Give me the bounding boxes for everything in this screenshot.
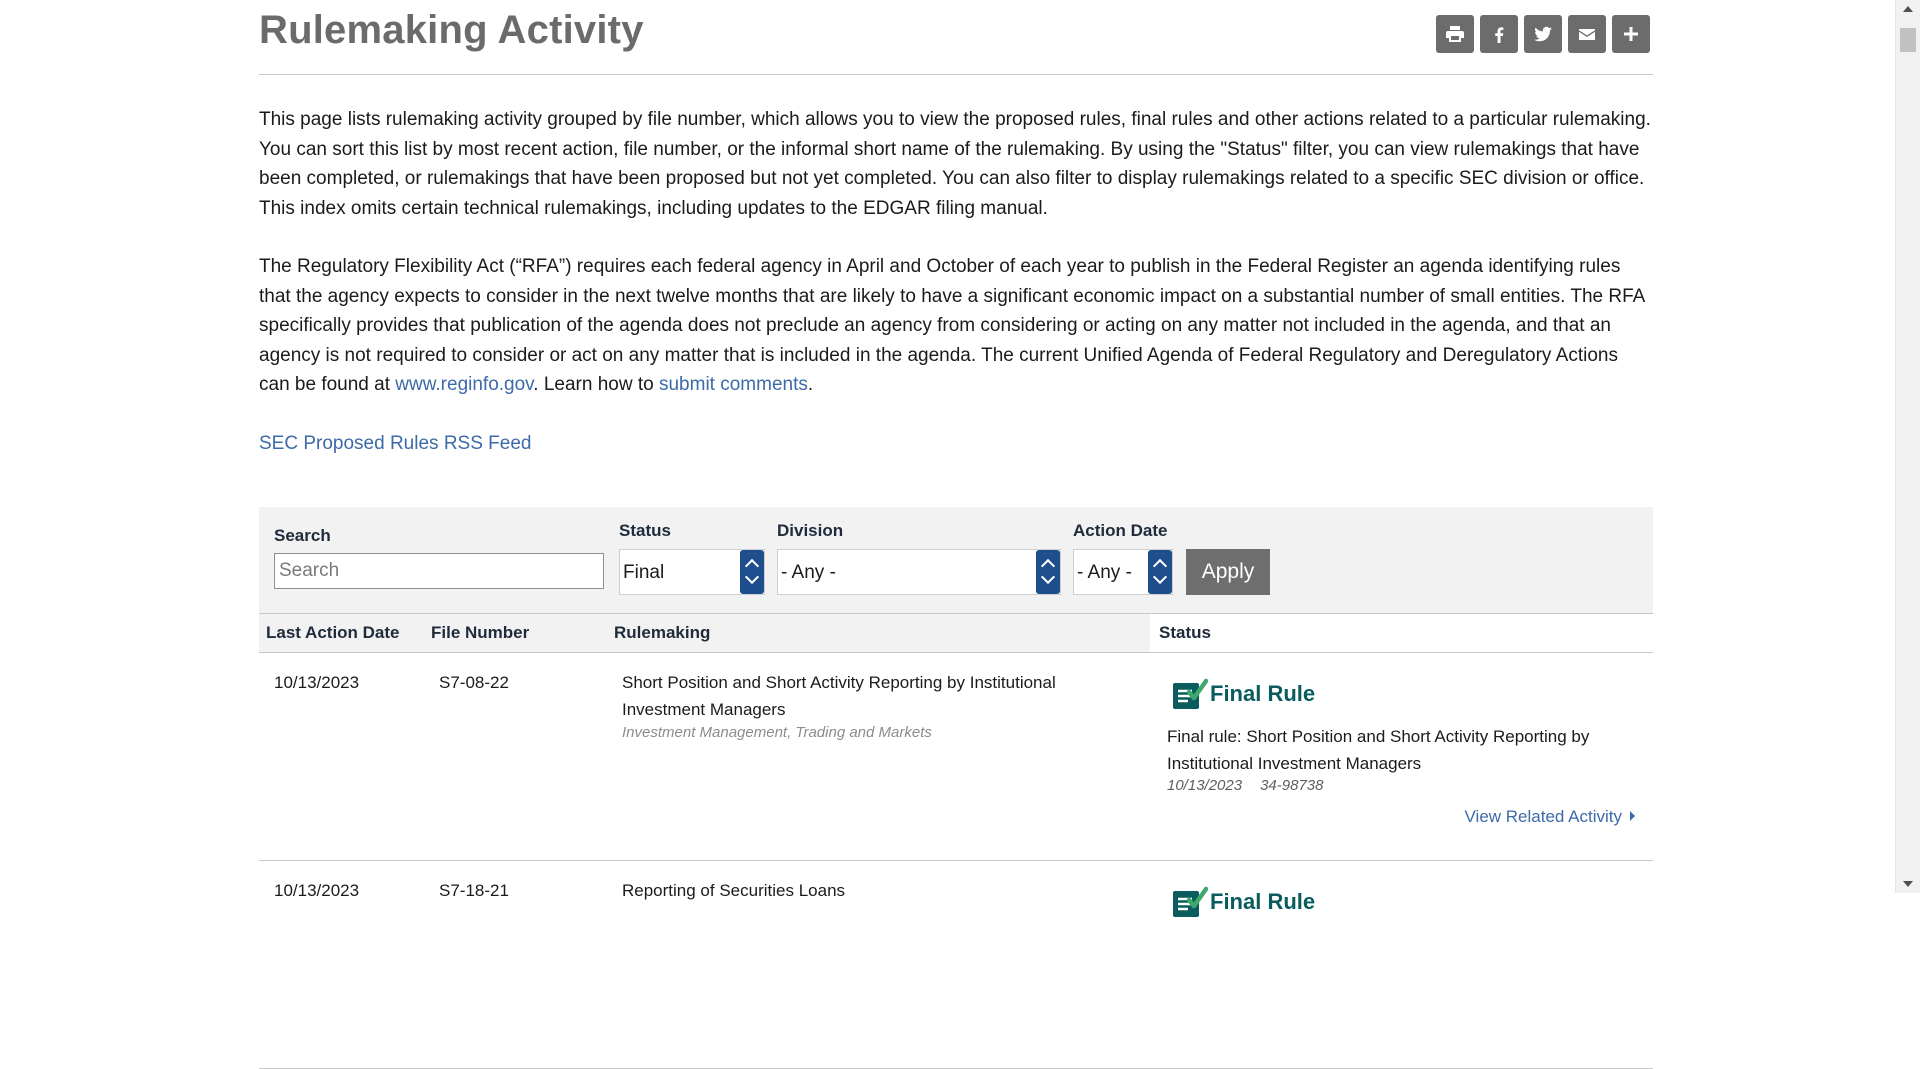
action-date-select-value: - Any - <box>1077 562 1132 583</box>
apply-button[interactable]: Apply <box>1186 549 1270 595</box>
action-date-select[interactable]: - Any - <box>1073 549 1173 595</box>
action-date-filter-label: Action Date <box>1073 521 1168 540</box>
status-description: Final rule: Short Position and Short Act… <box>1167 727 1590 773</box>
status-select[interactable]: Final <box>619 549 765 595</box>
column-header-rulemaking[interactable]: Rulemaking <box>614 623 710 643</box>
row-rulemaking-title: Reporting of Securities Loans <box>622 881 846 900</box>
twitter-icon <box>1534 26 1552 42</box>
email-icon <box>1579 29 1595 40</box>
rfa-text-end: . <box>807 374 814 395</box>
column-header-last-action-date[interactable]: Last Action Date <box>266 623 400 643</box>
email-share-button[interactable] <box>1568 15 1606 53</box>
division-select-value: - Any - <box>781 562 836 583</box>
select-arrows-icon <box>740 550 764 594</box>
caret-right-icon <box>1630 811 1635 821</box>
column-header-file-number[interactable]: File Number <box>431 623 529 643</box>
intro-paragraph-1: This page lists rulemaking activity grou… <box>259 109 1651 219</box>
facebook-icon <box>1495 27 1504 43</box>
plus-icon <box>1624 27 1638 41</box>
rss-feed-link[interactable]: SEC Proposed Rules RSS Feed <box>259 433 531 454</box>
facebook-share-button[interactable] <box>1480 15 1518 53</box>
view-related-activity-link[interactable]: View Related Activity <box>1465 807 1635 827</box>
twitter-share-button[interactable] <box>1524 15 1562 53</box>
print-icon <box>1446 26 1464 42</box>
row-status: Final Rule <box>1172 677 1315 711</box>
scroll-down-arrow-icon[interactable] <box>1903 881 1913 887</box>
division-filter-label: Division <box>777 521 844 540</box>
table-row: 10/13/2023 S7-08-22 Short Position and S… <box>259 653 1653 861</box>
view-related-activity-label: View Related Activity <box>1464 807 1622 826</box>
release-number: 34-98738 <box>1260 777 1324 794</box>
final-rule-icon <box>1173 678 1208 709</box>
table-row: 10/13/2023 S7-18-21 Reporting of Securit… <box>259 861 1653 1069</box>
column-header-status: Status <box>1159 623 1211 642</box>
row-status: Final Rule <box>1172 885 1315 919</box>
row-last-action-date: 10/13/2023 <box>274 673 360 692</box>
reginfo-link[interactable]: www.reginfo.gov <box>395 374 533 395</box>
rfa-text-middle: . Learn how to <box>533 374 659 395</box>
page-title: Rulemaking Activity <box>259 8 644 52</box>
scroll-up-arrow-icon[interactable] <box>1903 6 1913 12</box>
status-select-value: Final <box>623 562 665 583</box>
select-arrows-icon <box>1036 550 1060 594</box>
select-arrows-icon <box>1148 550 1172 594</box>
submit-comments-link[interactable]: submit comments <box>659 374 808 395</box>
row-last-action-date: 10/13/2023 <box>274 881 360 900</box>
search-label: Search <box>274 526 331 545</box>
search-input[interactable] <box>274 553 604 589</box>
intro-text: This page lists rulemaking activity grou… <box>259 105 1653 458</box>
row-rulemaking-title: Short Position and Short Activity Report… <box>622 673 1056 719</box>
table-header: Last Action Date File Number Rulemaking … <box>259 613 1653 653</box>
row-file-number: S7-18-21 <box>439 881 509 900</box>
main-content: Rulemaking Activity This page lists rule… <box>259 0 1653 1069</box>
row-file-number: S7-08-22 <box>439 673 509 692</box>
status-filter-label: Status <box>619 521 671 540</box>
filter-bar: Search Status Final Division - Any - Act… <box>259 507 1653 613</box>
status-date: 10/13/2023 <box>1167 777 1243 794</box>
scrollbar-thumb[interactable] <box>1900 28 1916 52</box>
status-meta: 10/13/2023 34-98738 <box>1167 777 1323 794</box>
share-toolbar <box>1436 15 1650 53</box>
status-label: Final Rule <box>1210 681 1316 706</box>
more-share-button[interactable] <box>1612 15 1650 53</box>
row-divisions: Investment Management, Trading and Marke… <box>622 724 932 741</box>
final-rule-icon <box>1173 886 1208 917</box>
title-row: Rulemaking Activity <box>259 0 1653 75</box>
print-button[interactable] <box>1436 15 1474 53</box>
intro-paragraph-2: The Regulatory Flexibility Act (“RFA”) r… <box>259 252 1653 400</box>
division-select[interactable]: - Any - <box>777 549 1061 595</box>
page-scrollbar[interactable] <box>1895 0 1920 893</box>
